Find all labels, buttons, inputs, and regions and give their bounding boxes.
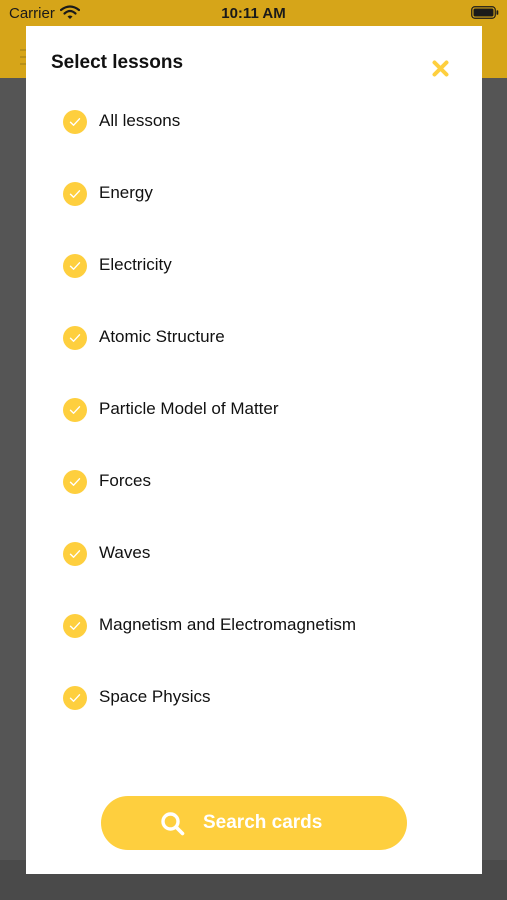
lesson-label: Magnetism and Electromagnetism xyxy=(99,615,357,634)
modal-title: Select lessons xyxy=(51,52,184,73)
lesson-item-space-physics[interactable]: Space Physics xyxy=(26,662,482,734)
lesson-item-magnetism-and-electromagnetism[interactable]: Magnetism and Electromagnetism xyxy=(26,590,482,662)
lesson-item-forces[interactable]: Forces xyxy=(26,446,482,518)
check-circle-icon xyxy=(63,326,87,350)
lesson-label: Atomic Structure xyxy=(99,327,225,346)
lesson-item-all-lessons[interactable]: All lessons xyxy=(26,86,482,158)
lesson-label: Forces xyxy=(99,471,151,490)
check-circle-icon xyxy=(63,254,87,278)
status-time: 10:11 AM xyxy=(221,5,286,22)
lesson-item-energy[interactable]: Energy xyxy=(26,158,482,230)
lesson-label: All lessons xyxy=(99,111,181,130)
check-circle-icon xyxy=(63,686,87,710)
check-circle-icon xyxy=(63,182,87,206)
select-lessons-modal: Select lessons All lessons Energy Electr… xyxy=(26,26,482,874)
lesson-label: Energy xyxy=(99,183,153,202)
lesson-item-electricity[interactable]: Electricity xyxy=(26,230,482,302)
lesson-label: Space Physics xyxy=(99,687,211,706)
check-circle-icon xyxy=(63,110,87,134)
search-cards-button[interactable]: Search cards xyxy=(101,796,407,850)
lesson-item-atomic-structure[interactable]: Atomic Structure xyxy=(26,302,482,374)
check-circle-icon xyxy=(63,470,87,494)
lesson-item-waves[interactable]: Waves xyxy=(26,518,482,590)
battery-icon xyxy=(471,6,499,19)
lesson-label: Particle Model of Matter xyxy=(99,399,279,418)
status-bar: Carrier 10:11 AM xyxy=(0,0,507,26)
check-circle-icon xyxy=(63,398,87,422)
lesson-label: Waves xyxy=(99,543,151,562)
close-button[interactable] xyxy=(428,55,454,81)
search-button-label: Search cards xyxy=(203,812,323,833)
check-circle-icon xyxy=(63,614,87,638)
search-icon xyxy=(161,812,185,836)
check-circle-icon xyxy=(63,542,87,566)
lesson-item-particle-model-of-matter[interactable]: Particle Model of Matter xyxy=(26,374,482,446)
close-icon xyxy=(432,60,449,77)
lesson-label: Electricity xyxy=(99,255,172,274)
